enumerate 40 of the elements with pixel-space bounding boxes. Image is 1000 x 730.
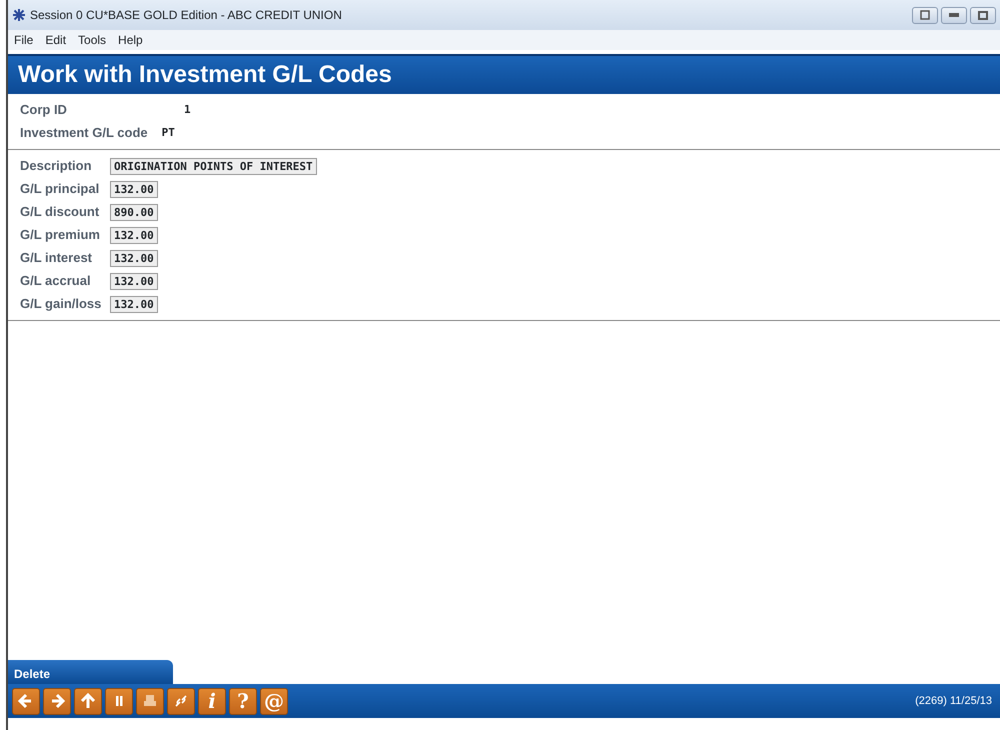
input-field[interactable]: 132.00 xyxy=(110,296,158,312)
window-icon xyxy=(920,10,930,20)
toolbar-button[interactable] xyxy=(167,688,195,714)
field-label: G/L discount xyxy=(20,203,100,222)
field-label: G/L accrual xyxy=(20,272,92,290)
menu-item[interactable]: File xyxy=(14,31,34,49)
app-icon xyxy=(12,8,26,22)
minimize-button[interactable] xyxy=(941,6,967,24)
toolbar-button[interactable] xyxy=(105,688,133,714)
input-field[interactable]: 132.00 xyxy=(110,272,158,290)
delete-tab[interactable]: Delete xyxy=(8,660,173,684)
status-text: (2269) 11/25/13 xyxy=(915,694,993,709)
field-value: PT xyxy=(162,124,175,141)
field-value: 1 xyxy=(184,102,191,118)
field-label: G/L interest xyxy=(20,249,94,268)
minimize-icon xyxy=(949,13,959,17)
menu-item[interactable]: Help xyxy=(118,31,143,49)
page-title: Work with Investment G/L Codes xyxy=(8,54,1000,94)
input-field[interactable]: 132.00 xyxy=(110,250,158,266)
restore-button[interactable] xyxy=(912,6,938,24)
field-label: G/L gain/loss xyxy=(20,295,102,314)
toolbar-button[interactable] xyxy=(12,688,40,714)
maximize-icon xyxy=(978,10,988,20)
input-field[interactable]: 132.00 xyxy=(110,226,158,244)
input-field[interactable]: 132.00 xyxy=(110,180,158,198)
field-label: Description xyxy=(20,157,93,176)
menu-item[interactable]: Tools xyxy=(78,31,106,49)
field-label: G/L principal xyxy=(20,180,100,198)
maximize-button[interactable] xyxy=(970,6,996,24)
field-label: Corp ID xyxy=(20,101,68,120)
input-field[interactable]: ORIGINATION POINTS OF INTEREST xyxy=(110,158,317,174)
field-label: G/L premium xyxy=(20,226,101,244)
input-field[interactable]: 890.00 xyxy=(110,204,158,220)
field-label: Investment G/L code xyxy=(20,124,148,142)
toolbar-button[interactable] xyxy=(43,688,71,714)
toolbar-button[interactable] xyxy=(74,688,102,714)
window-title: Session 0 CU*BASE GOLD Edition - ABC CREDIT UNION xyxy=(30,7,342,24)
menu-item[interactable]: Edit xyxy=(45,31,66,49)
up-arrow-icon xyxy=(79,692,97,710)
toolbar-button[interactable] xyxy=(136,688,164,714)
